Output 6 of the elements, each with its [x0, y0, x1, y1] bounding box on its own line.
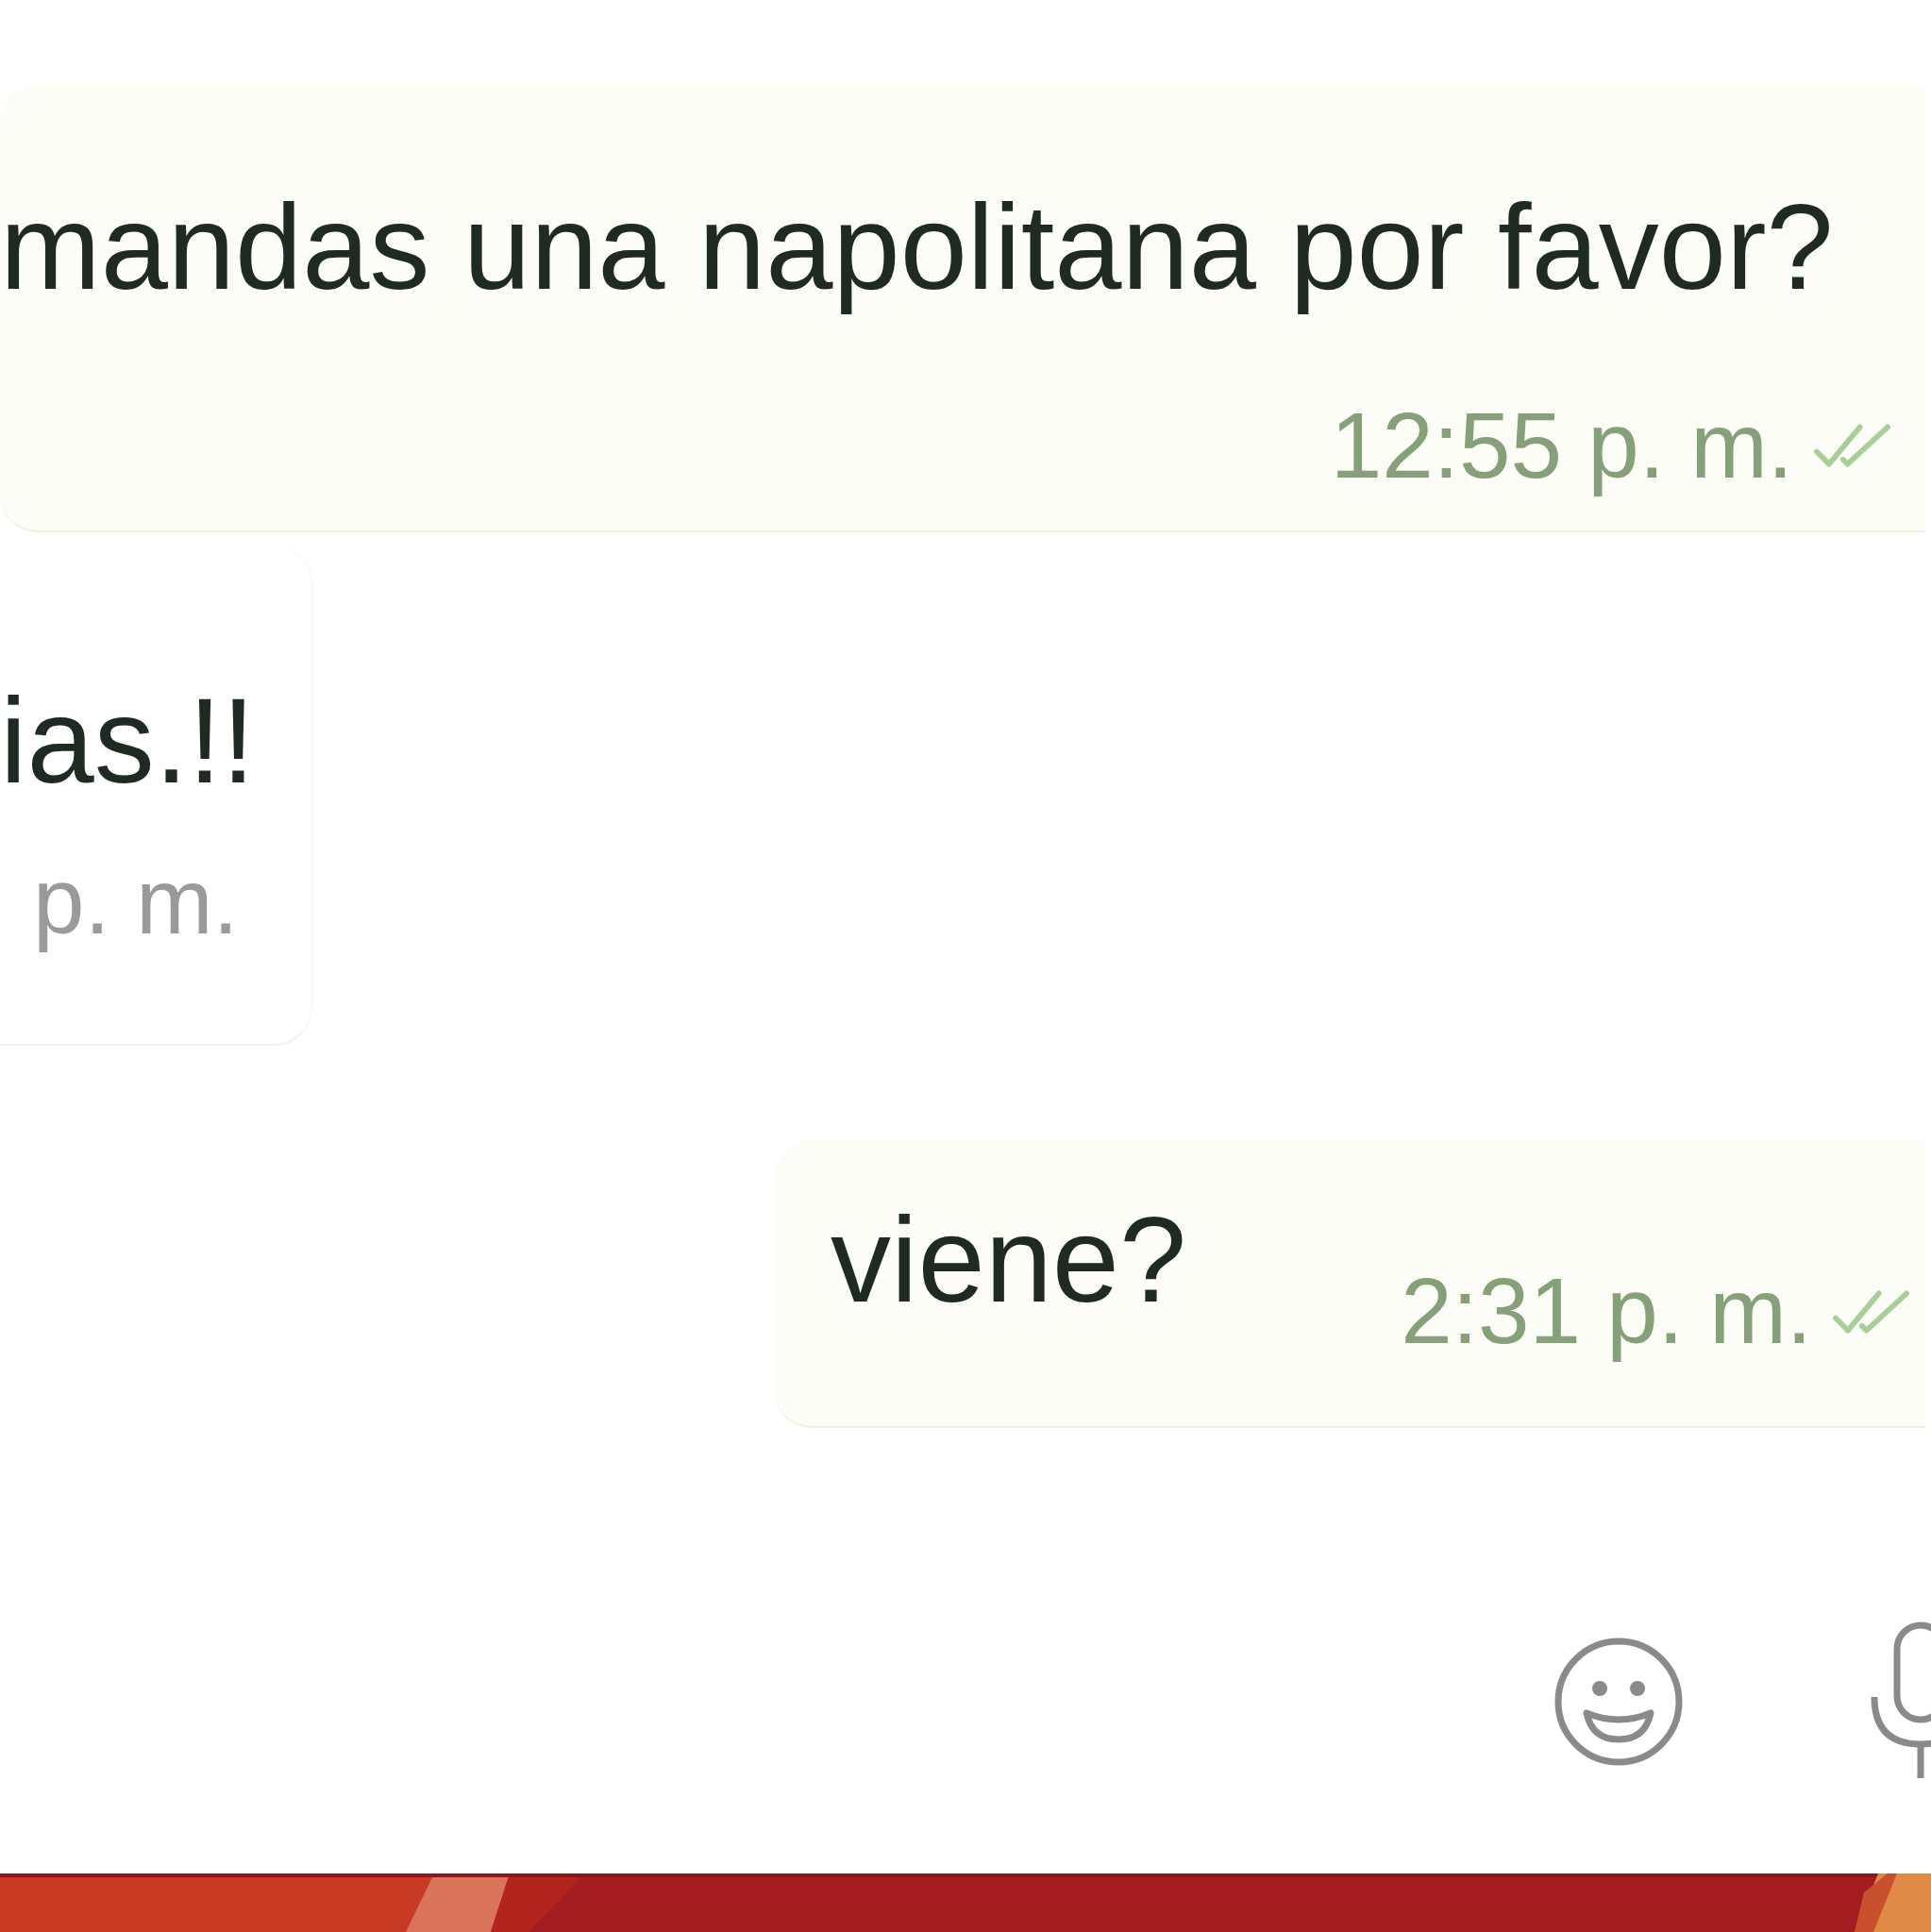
message-text: viene?: [831, 1191, 1187, 1330]
message-time: 2:31 p. m.: [1401, 1261, 1812, 1364]
message-time: p. m.: [33, 851, 239, 953]
message-text: ias.!!: [0, 672, 257, 811]
message-text: mandas una napolitana por favor?: [0, 178, 1835, 316]
message-time: 12:55 p. m.: [1330, 395, 1793, 497]
